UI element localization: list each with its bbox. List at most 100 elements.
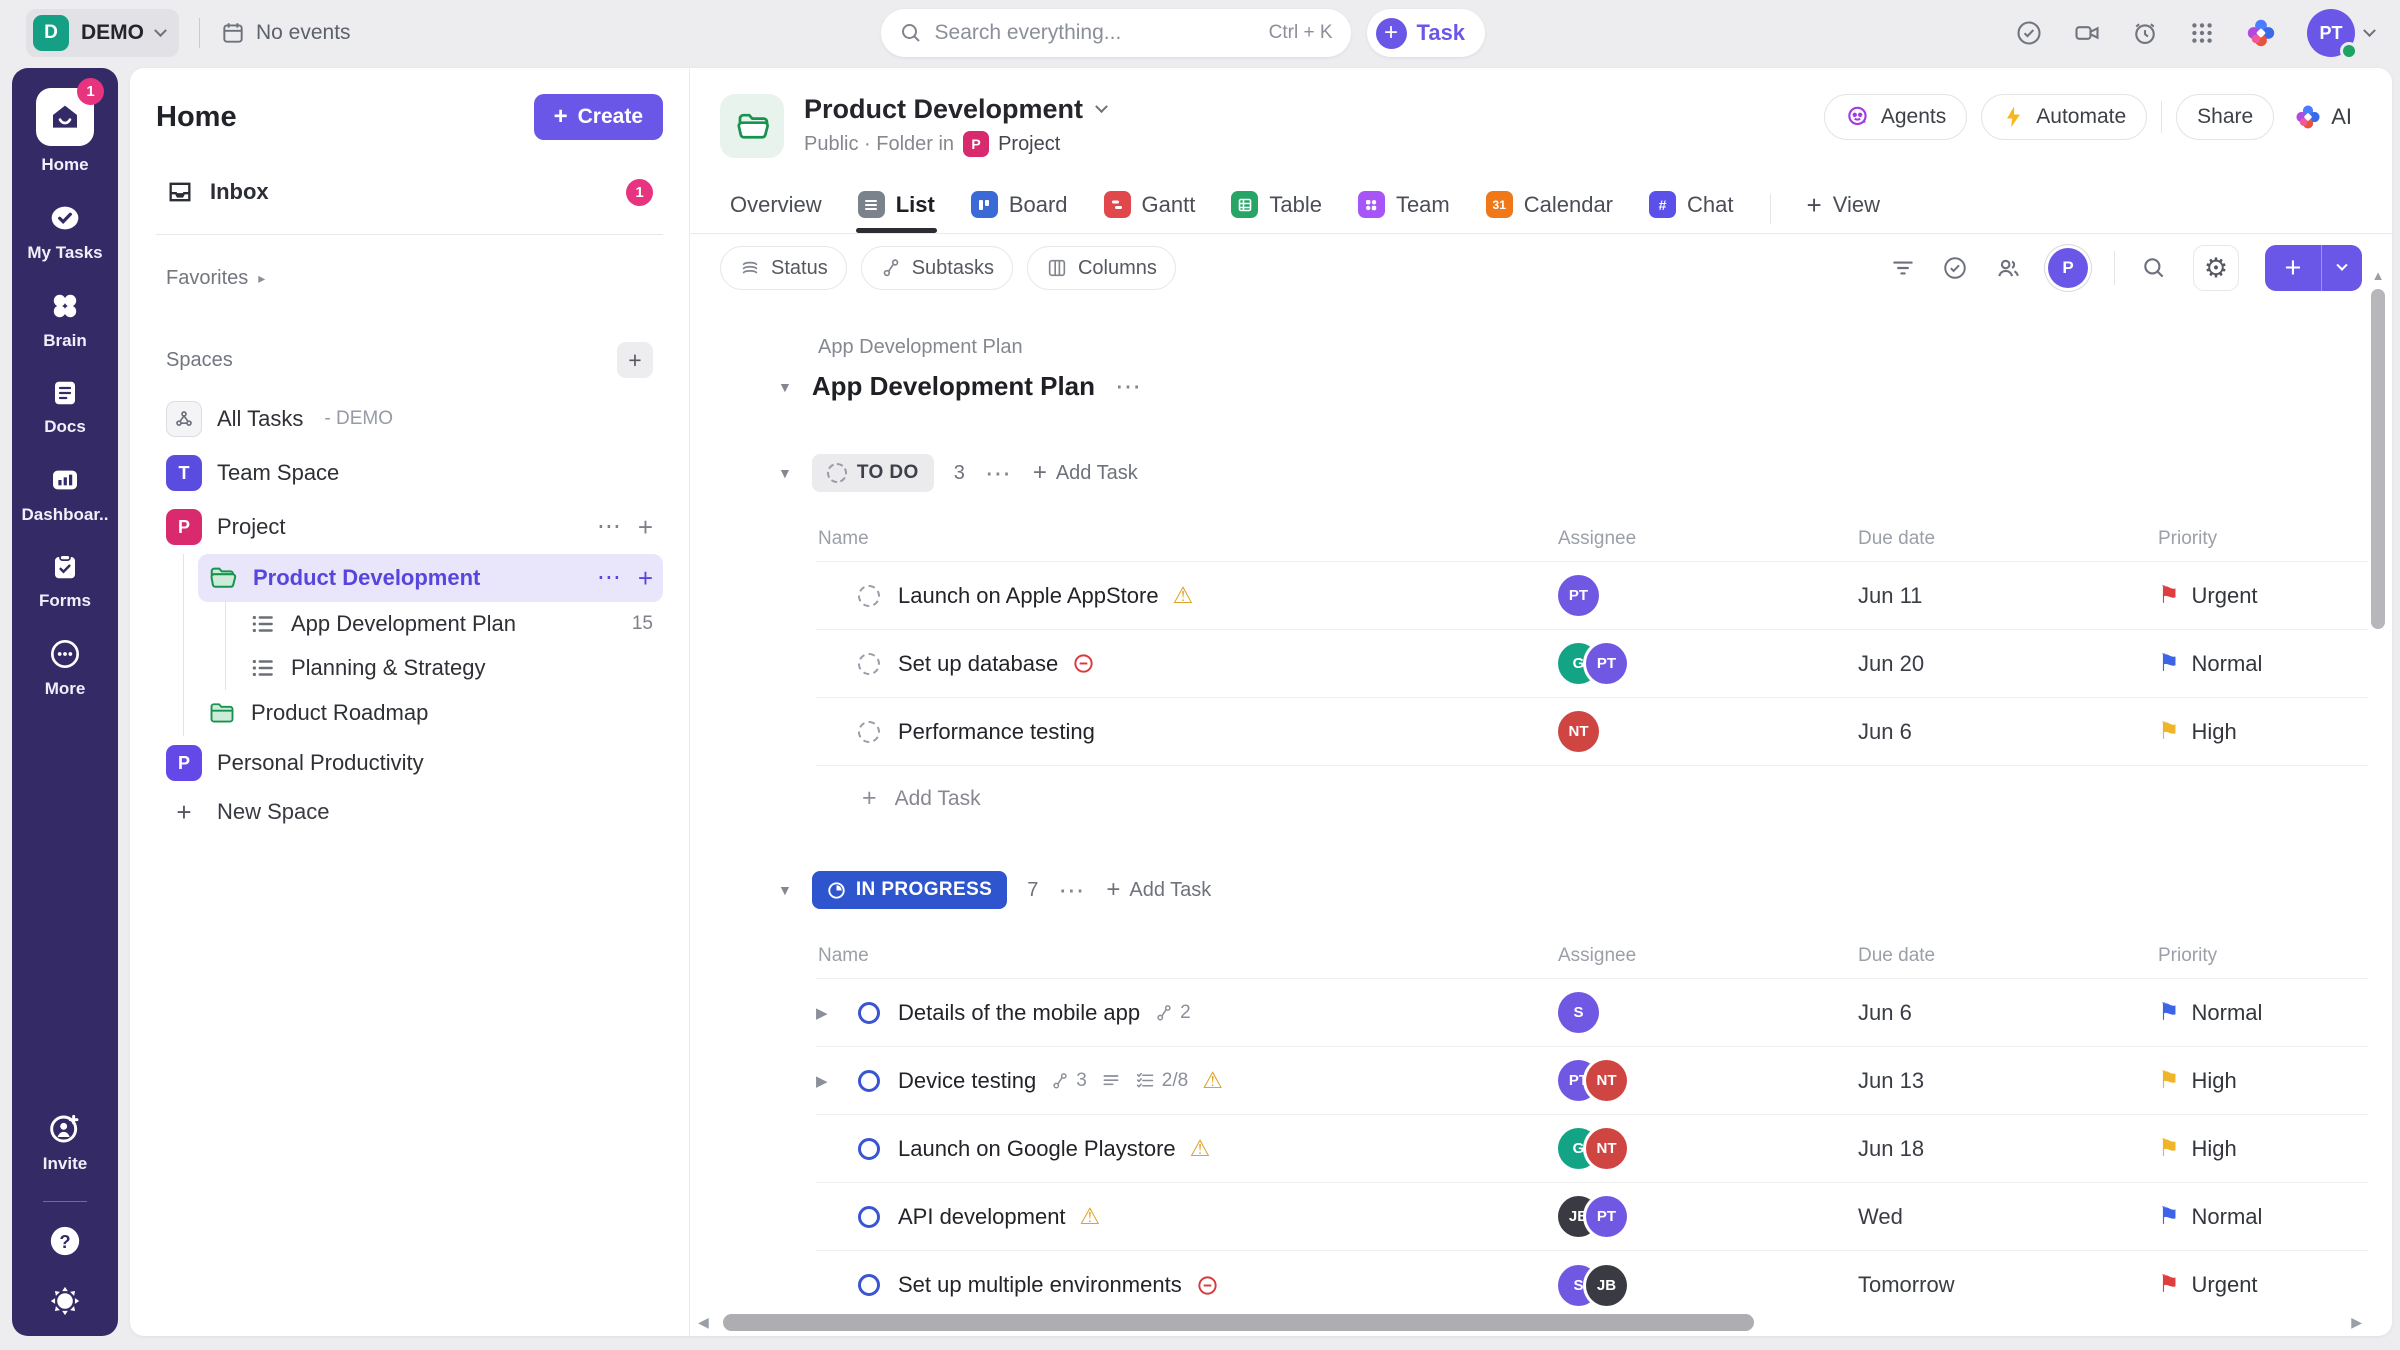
task-name[interactable]: API development (898, 1204, 1066, 1230)
table-row[interactable]: ▶ Device testing 3 (816, 1047, 2368, 1115)
column-header-assignee[interactable]: Assignee (1558, 945, 1858, 967)
table-row[interactable]: API development ⚠ JB PT Wed ⚑ Normal (816, 1183, 2368, 1251)
task-name[interactable]: Details of the mobile app (898, 1000, 1140, 1026)
rail-item-docs[interactable]: Docs (44, 378, 86, 437)
new-task-button[interactable]: + Task (1367, 9, 1486, 57)
video-recording-icon[interactable] (2073, 19, 2101, 47)
priority-cell[interactable]: ⚑ High (2158, 1136, 2368, 1162)
due-date[interactable]: Jun 11 (1858, 583, 2158, 609)
tab-calendar[interactable]: 31 Calendar (1486, 184, 1613, 233)
spaces-section-header[interactable]: Spaces + (156, 334, 663, 386)
automate-button[interactable]: Automate (1981, 94, 2147, 140)
tree-item-app-development-plan[interactable]: App Development Plan 15 (240, 602, 663, 646)
assignee-cell[interactable]: PT (1558, 575, 1858, 616)
task-name[interactable]: Launch on Google Playstore (898, 1136, 1176, 1162)
rail-item-more[interactable]: More (45, 638, 86, 699)
tree-item-product-development[interactable]: Product Development ⋯ + (198, 554, 663, 602)
assignee-cell[interactable]: G PT (1558, 643, 1858, 684)
search-icon[interactable] (2141, 255, 2167, 281)
sidebar-item-inbox[interactable]: Inbox 1 (156, 166, 663, 218)
new-space-button[interactable]: + New Space (156, 790, 663, 834)
tab-overview[interactable]: Overview (730, 184, 822, 233)
priority-cell[interactable]: ⚑ Normal (2158, 1000, 2368, 1026)
ai-flower-icon[interactable] (2245, 17, 2277, 49)
table-row[interactable]: Performance testing NT Jun 6 ⚑ High (816, 698, 2368, 766)
assignee-cell[interactable]: PT NT (1558, 1060, 1858, 1101)
task-status-icon[interactable] (858, 721, 880, 743)
no-events-indicator[interactable]: No events (220, 20, 351, 46)
more-options-icon[interactable]: ⋯ (1115, 371, 1143, 402)
scrollbar-thumb[interactable] (2371, 289, 2385, 629)
more-options-icon[interactable]: ⋯ (597, 521, 622, 533)
scrollbar-thumb[interactable] (723, 1314, 1755, 1331)
filter-icon[interactable] (1890, 255, 1916, 281)
task-name[interactable]: Set up database (898, 651, 1058, 677)
assignee-cell[interactable]: S JB (1558, 1265, 1858, 1306)
tree-item-all-tasks[interactable]: All Tasks - DEMO (156, 392, 663, 446)
rail-item-invite[interactable]: Invite (43, 1113, 87, 1174)
priority-cell[interactable]: ⚑ Normal (2158, 1204, 2368, 1230)
add-icon[interactable]: + (638, 514, 653, 540)
tree-item-product-roadmap[interactable]: Product Roadmap (198, 690, 663, 736)
task-status-icon[interactable] (858, 1002, 880, 1024)
expand-caret-icon[interactable]: ▶ (816, 1004, 828, 1022)
scroll-right-arrow[interactable]: ▶ (2351, 1314, 2362, 1331)
tab-table[interactable]: Table (1231, 184, 1322, 233)
share-button[interactable]: Share (2176, 94, 2274, 140)
status-pill-todo[interactable]: TO DO (812, 454, 934, 492)
task-name[interactable]: Set up multiple environments (898, 1272, 1182, 1298)
due-date[interactable]: Jun 18 (1858, 1136, 2158, 1162)
settings-gear-icon[interactable] (48, 1284, 82, 1318)
add-task-split-button[interactable]: + (2265, 245, 2362, 291)
table-row[interactable]: Launch on Google Playstore ⚠ G NT Jun 18… (816, 1115, 2368, 1183)
collapse-caret-icon[interactable]: ▼ (778, 379, 792, 395)
priority-cell[interactable]: ⚑ High (2158, 719, 2368, 745)
tree-item-team-space[interactable]: T Team Space (156, 446, 663, 500)
column-header-due-date[interactable]: Due date (1858, 945, 2158, 967)
task-status-icon[interactable] (858, 1138, 880, 1160)
help-icon[interactable]: ? (48, 1224, 82, 1258)
assignee-cell[interactable]: S (1558, 992, 1858, 1033)
table-row[interactable]: Set up database G PT Jun 20 ⚑ Normal (816, 630, 2368, 698)
task-status-icon[interactable] (858, 653, 880, 675)
add-task-button[interactable]: +Add Task (1033, 461, 1138, 485)
chevron-down-icon[interactable] (1095, 100, 1108, 113)
more-options-icon[interactable]: ⋯ (1058, 875, 1086, 906)
favorites-section-toggle[interactable]: Favorites ▸ (156, 259, 663, 298)
reminder-clock-icon[interactable] (2131, 19, 2159, 47)
scroll-up-arrow[interactable]: ▲ (2370, 268, 2386, 283)
table-row[interactable]: Set up multiple environments S JB Tomorr… (816, 1251, 2368, 1319)
rail-item-my-tasks[interactable]: My Tasks (27, 202, 102, 263)
workspace-switcher[interactable]: D DEMO (26, 9, 179, 57)
search-input[interactable] (935, 21, 1257, 45)
scroll-left-arrow[interactable]: ◀ (698, 1314, 709, 1331)
due-date[interactable]: Jun 6 (1858, 1000, 2158, 1026)
view-settings-button[interactable]: ⚙ (2193, 245, 2239, 291)
column-header-priority[interactable]: Priority (2158, 528, 2368, 550)
add-task-button[interactable]: +Add Task (1106, 878, 1211, 902)
task-name[interactable]: Performance testing (898, 719, 1095, 745)
tab-board[interactable]: Board (971, 184, 1068, 233)
create-button[interactable]: +Create (534, 94, 663, 140)
table-row[interactable]: ▶ Details of the mobile app 2 S (816, 979, 2368, 1047)
priority-cell[interactable]: ⚑ Urgent (2158, 1272, 2368, 1298)
rail-item-home[interactable]: 1 Home (36, 88, 94, 175)
due-date[interactable]: Jun 20 (1858, 651, 2158, 677)
tab-gantt[interactable]: Gantt (1104, 184, 1196, 233)
tree-item-personal-productivity[interactable]: P Personal Productivity (156, 736, 663, 790)
priority-cell[interactable]: ⚑ Normal (2158, 651, 2368, 677)
priority-cell[interactable]: ⚑ Urgent (2158, 583, 2368, 609)
tab-chat[interactable]: # Chat (1649, 184, 1733, 233)
task-status-icon[interactable] (858, 585, 880, 607)
tab-team[interactable]: Team (1358, 184, 1450, 233)
column-header-name[interactable]: Name (816, 528, 1558, 550)
closed-tasks-icon[interactable] (1942, 255, 1968, 281)
task-name[interactable]: Device testing (898, 1068, 1036, 1094)
add-icon[interactable]: + (638, 565, 653, 591)
task-name[interactable]: Launch on Apple AppStore (898, 583, 1159, 609)
user-menu[interactable]: PT (2307, 9, 2374, 57)
status-pill-in-progress[interactable]: IN PROGRESS (812, 871, 1007, 909)
assignee-cell[interactable]: NT (1558, 711, 1858, 752)
task-status-icon[interactable] (858, 1206, 880, 1228)
more-options-icon[interactable]: ⋯ (985, 458, 1013, 489)
